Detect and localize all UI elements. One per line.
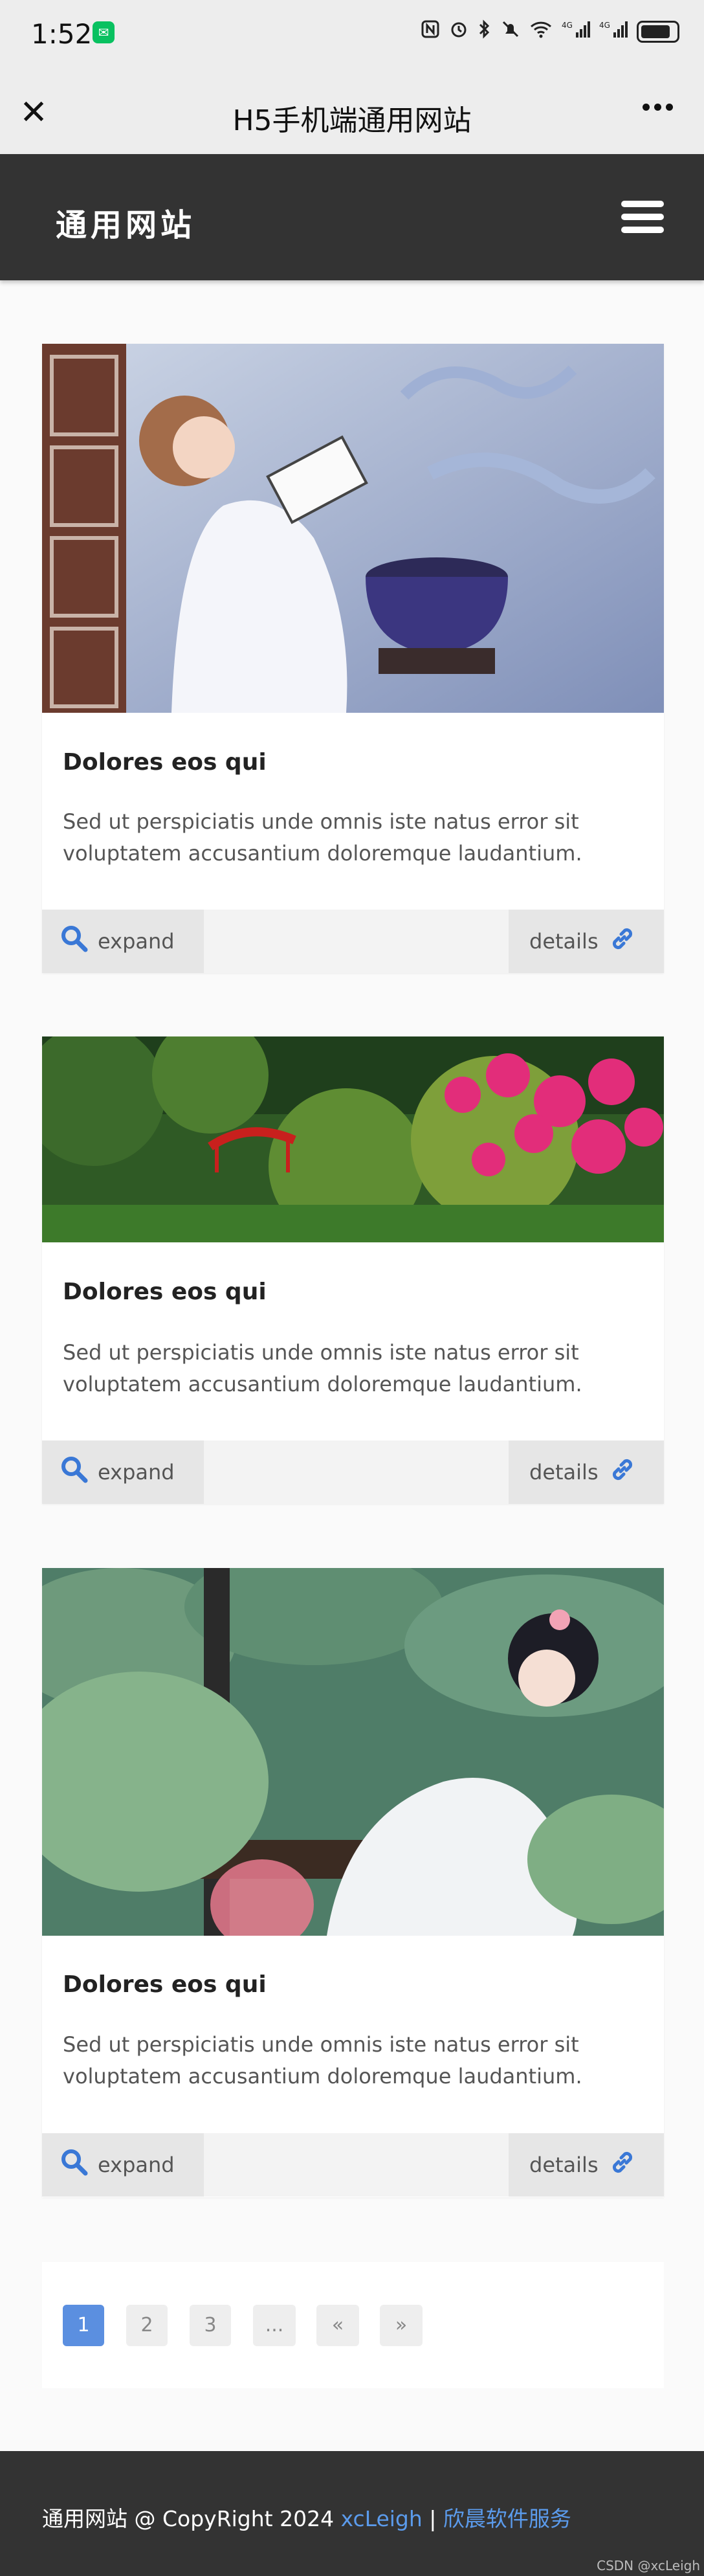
card-title[interactable]: Dolores eos qui bbox=[63, 1971, 267, 1998]
article-card: Dolores eos qui Sed ut perspiciatis unde… bbox=[42, 1036, 664, 1504]
details-label: details bbox=[529, 1460, 599, 1484]
signal-4g-icon: 4G bbox=[562, 19, 590, 43]
page-ellipsis: ... bbox=[253, 2305, 296, 2346]
card-text: Sed ut perspiciatis unde omnis iste natu… bbox=[63, 809, 582, 866]
card-image-garden bbox=[42, 1036, 664, 1242]
site-brand[interactable]: 通用网站 bbox=[56, 199, 195, 245]
card-title[interactable]: Dolores eos qui bbox=[63, 749, 267, 776]
wifi-icon bbox=[529, 19, 553, 43]
expand-button[interactable]: expand bbox=[42, 910, 204, 973]
page-3-button[interactable]: 3 bbox=[190, 2305, 231, 2346]
watermark: CSDN @xcLeigh bbox=[597, 2558, 700, 2573]
expand-label: expand bbox=[98, 2153, 175, 2177]
card-footer: expand details bbox=[42, 910, 664, 973]
search-icon bbox=[60, 2148, 89, 2182]
link-icon bbox=[608, 924, 637, 959]
copyright-text: 通用网站 @ CopyRight 2024 xcLeigh | 欣晨软件服务 bbox=[42, 2502, 571, 2533]
copyright-prefix: 通用网站 @ CopyRight 2024 bbox=[42, 2506, 341, 2531]
footer-separator: | bbox=[422, 2506, 443, 2531]
expand-label: expand bbox=[98, 1460, 175, 1484]
author-link[interactable]: xcLeigh bbox=[341, 2506, 423, 2531]
details-button[interactable]: details bbox=[509, 2133, 664, 2197]
nfc-icon bbox=[421, 19, 440, 43]
card-footer: expand details bbox=[42, 2133, 664, 2197]
card-text: Sed ut perspiciatis unde omnis iste natu… bbox=[63, 1340, 582, 1396]
article-card: Dolores eos qui Sed ut perspiciatis unde… bbox=[42, 344, 664, 973]
card-text: Sed ut perspiciatis unde omnis iste natu… bbox=[63, 2032, 582, 2089]
signal-4g-label-2: 4G bbox=[599, 21, 610, 30]
page-2-button[interactable]: 2 bbox=[126, 2305, 168, 2346]
details-button[interactable]: details bbox=[509, 910, 664, 973]
expand-button[interactable]: expand bbox=[42, 2133, 204, 2197]
battery-icon bbox=[637, 20, 679, 43]
more-options-icon[interactable] bbox=[643, 104, 673, 111]
card-image-lotus-woman bbox=[42, 1568, 664, 1936]
status-time: 1:52 bbox=[31, 18, 93, 50]
company-link[interactable]: 欣晨软件服务 bbox=[443, 2506, 571, 2531]
card-title[interactable]: Dolores eos qui bbox=[63, 1279, 267, 1305]
page-1-button[interactable]: 1 bbox=[63, 2305, 104, 2346]
wechat-icon: ✉ bbox=[93, 21, 115, 43]
link-icon bbox=[608, 2147, 637, 2182]
webview-titlebar: ✕ H5手机端通用网站 bbox=[0, 71, 704, 154]
pagination: 1 2 3 ... « » bbox=[42, 2262, 664, 2388]
page-title: H5手机端通用网站 bbox=[232, 104, 472, 137]
signal-4g-icon-2: 4G bbox=[599, 19, 628, 43]
bluetooth-icon bbox=[478, 19, 492, 43]
card-footer: expand details bbox=[42, 1440, 664, 1504]
signal-4g-label-1: 4G bbox=[562, 21, 573, 30]
status-icons: 4G 4G bbox=[421, 19, 679, 43]
card-image-woman-reading bbox=[42, 344, 664, 713]
details-label: details bbox=[529, 929, 599, 954]
site-footer: 通用网站 @ CopyRight 2024 xcLeigh | 欣晨软件服务 C… bbox=[0, 2451, 704, 2576]
status-bar: 1:52 ✉ 4G 4G bbox=[0, 0, 704, 71]
expand-label: expand bbox=[98, 929, 175, 954]
next-page-button[interactable]: » bbox=[380, 2305, 423, 2346]
details-label: details bbox=[529, 2153, 599, 2177]
prev-page-button[interactable]: « bbox=[316, 2305, 359, 2346]
link-icon bbox=[608, 1455, 637, 1490]
search-icon bbox=[60, 924, 89, 958]
alarm-icon bbox=[449, 19, 468, 43]
expand-button[interactable]: expand bbox=[42, 1440, 204, 1504]
site-navbar: 通用网站 bbox=[0, 154, 704, 280]
details-button[interactable]: details bbox=[509, 1440, 664, 1504]
article-card: Dolores eos qui Sed ut perspiciatis unde… bbox=[42, 1568, 664, 2197]
search-icon bbox=[60, 1455, 89, 1489]
hamburger-menu-icon[interactable] bbox=[621, 201, 664, 233]
mute-bell-icon bbox=[501, 19, 520, 43]
